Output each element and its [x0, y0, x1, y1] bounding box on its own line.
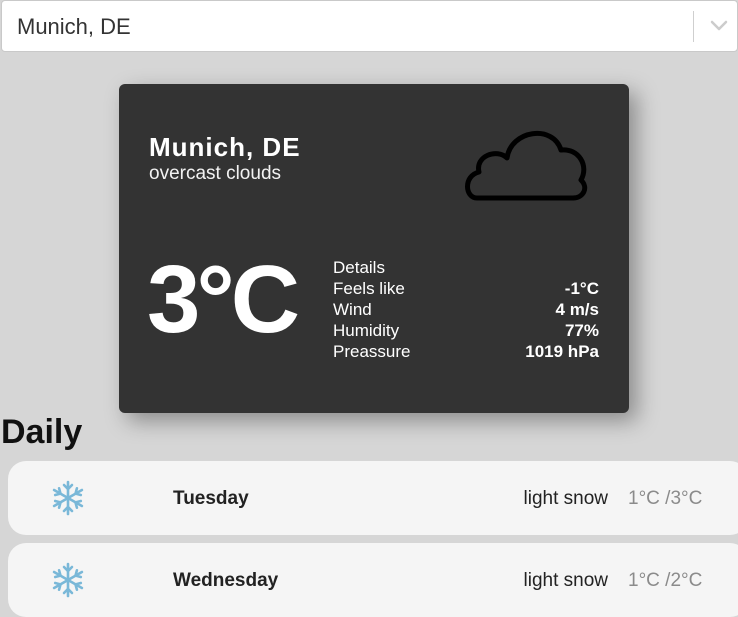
- select-separator: [693, 11, 694, 42]
- cloud-icon: [465, 131, 588, 201]
- snowflake-icon: [52, 562, 84, 598]
- detail-pressure: Preassure 1019 hPa: [333, 341, 599, 362]
- chevron-down-icon[interactable]: [709, 18, 729, 34]
- day-name: Tuesday: [173, 488, 249, 509]
- detail-feels-like: Feels like -1°C: [333, 278, 599, 299]
- details-panel: Details Feels like -1°C Wind 4 m/s Humid…: [333, 257, 599, 362]
- detail-humidity: Humidity 77%: [333, 320, 599, 341]
- detail-value: 4 m/s: [555, 300, 599, 319]
- details-label: Details: [333, 258, 385, 277]
- city-name: Munich, DE: [149, 132, 301, 162]
- details-header: Details: [333, 257, 599, 278]
- daily-title: Daily: [1, 413, 83, 451]
- detail-label: Preassure: [333, 342, 411, 361]
- detail-value: 77%: [564, 321, 599, 340]
- day-temperature-range: 1°C /2°C: [628, 570, 703, 591]
- current-weather-card: Munich, DE overcast clouds 3°C Details F…: [119, 84, 629, 413]
- daily-item-1[interactable]: Wednesday light snow 1°C /2°C: [8, 543, 738, 617]
- detail-value: -1°C: [564, 279, 599, 298]
- day-description: light snow: [523, 488, 609, 509]
- detail-label: Wind: [333, 300, 372, 319]
- current-temperature: 3°C: [147, 246, 300, 353]
- weather-description: overcast clouds: [149, 163, 282, 184]
- day-description: light snow: [523, 570, 609, 591]
- city-select-value: Munich, DE: [17, 14, 131, 39]
- snowflake-icon: [52, 480, 84, 516]
- daily-item-0[interactable]: Tuesday light snow 1°C /3°C: [8, 461, 738, 535]
- day-name: Wednesday: [173, 570, 279, 591]
- detail-label: Feels like: [333, 279, 405, 298]
- city-select[interactable]: Munich, DE: [1, 0, 738, 52]
- detail-label: Humidity: [333, 321, 400, 340]
- detail-value: 1019 hPa: [525, 342, 599, 361]
- day-temperature-range: 1°C /3°C: [628, 488, 703, 509]
- detail-wind: Wind 4 m/s: [333, 299, 599, 320]
